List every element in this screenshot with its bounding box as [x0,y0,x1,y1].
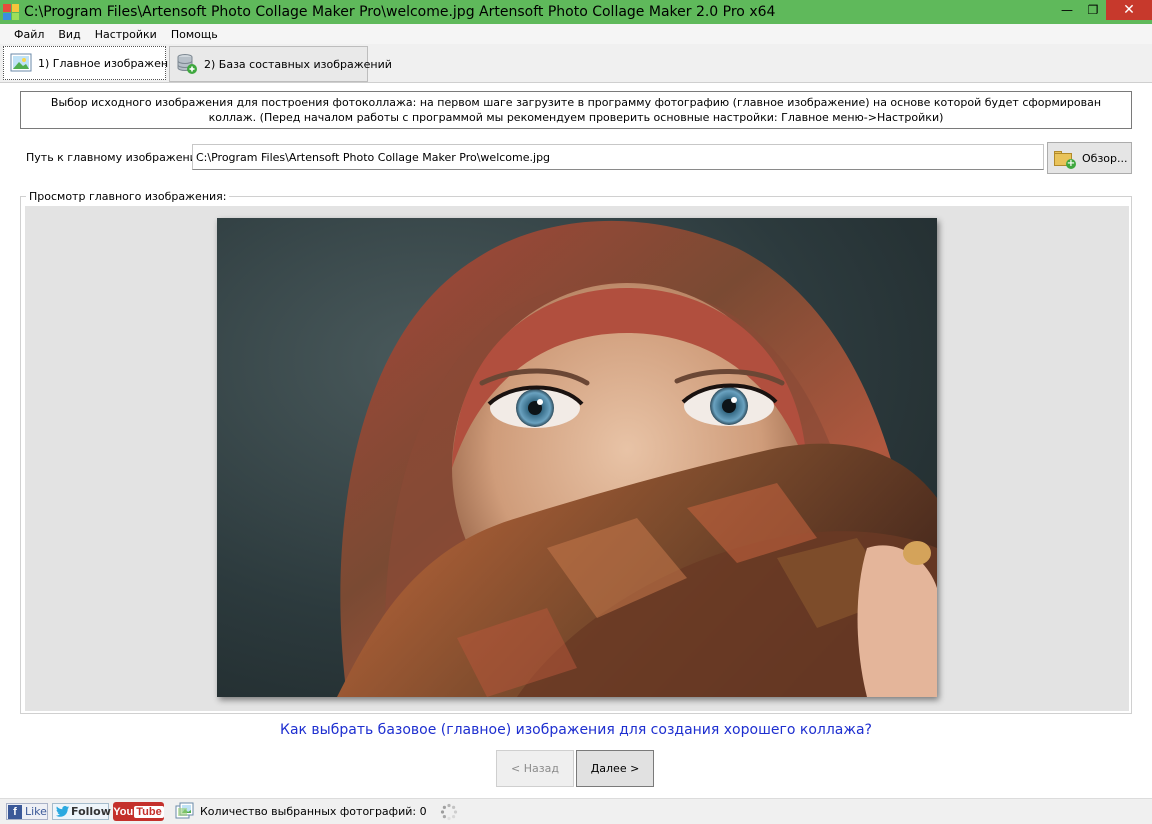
main-panel: Выбор исходного изображения для построен… [0,82,1152,798]
help-link[interactable]: Как выбрать базовое (главное) изображени… [0,722,1152,738]
app-icon [3,4,19,20]
photos-icon [175,802,195,822]
picture-icon [10,52,32,74]
menu-help[interactable]: Помощь [171,28,218,41]
main-image-preview [217,218,937,697]
path-label: Путь к главному изображению: [26,151,210,164]
tab-main-image[interactable]: 1) Главное изображение [3,46,182,80]
browse-label: Обзор... [1082,151,1128,165]
menu-bar: Файл Вид Настройки Помощь [0,24,1152,44]
facebook-icon: f [8,804,22,819]
database-add-icon [176,53,198,75]
menu-view[interactable]: Вид [58,28,80,41]
youtube-tube-label: Tube [134,805,164,818]
main-image-path-input[interactable]: C:\Program Files\Artensoft Photo Collage… [192,144,1044,170]
tab-image-database[interactable]: 2) База составных изображений [169,46,392,82]
tab-image-database-label: 2) База составных изображений [204,57,392,71]
next-button[interactable]: Далее > [576,750,654,787]
loading-spinner-icon [440,803,458,821]
tab-main-image-label: 1) Главное изображение [38,56,182,70]
twitter-bird-icon [56,806,69,817]
title-bar: C:\Program Files\Artensoft Photo Collage… [0,0,1152,24]
menu-file[interactable]: Файл [14,28,44,41]
selected-photos-count: Количество выбранных фотографий: 0 [200,805,427,818]
browse-button[interactable]: + Обзор... [1047,142,1132,174]
twitter-follow-button[interactable]: Follow [52,803,111,820]
facebook-like-button[interactable]: f Like [6,803,48,820]
close-icon[interactable]: ✕ [1106,0,1152,20]
restore-icon[interactable]: ❐ [1080,0,1106,20]
twitter-follow-label: Follow [71,805,111,818]
youtube-you-label: You [113,805,134,818]
back-button[interactable]: < Назад [496,750,574,787]
tab-strip: 1) Главное изображение 2) База составных… [0,44,1152,82]
window-title: C:\Program Files\Artensoft Photo Collage… [24,4,776,20]
youtube-button[interactable]: You Tube [113,802,164,821]
preview-group: Просмотр главного изображения: [20,190,1132,714]
status-bar: f Like Follow You Tube Количество выбранн… [0,798,1152,824]
window-controls: — ❐ ✕ [1054,0,1152,22]
preview-legend: Просмотр главного изображения: [26,190,230,203]
folder-add-icon: + [1054,150,1076,169]
minimize-icon[interactable]: — [1054,0,1080,20]
menu-settings[interactable]: Настройки [95,28,157,41]
instruction-box: Выбор исходного изображения для построен… [20,91,1132,129]
facebook-like-label: Like [25,805,47,818]
preview-area [25,206,1129,711]
